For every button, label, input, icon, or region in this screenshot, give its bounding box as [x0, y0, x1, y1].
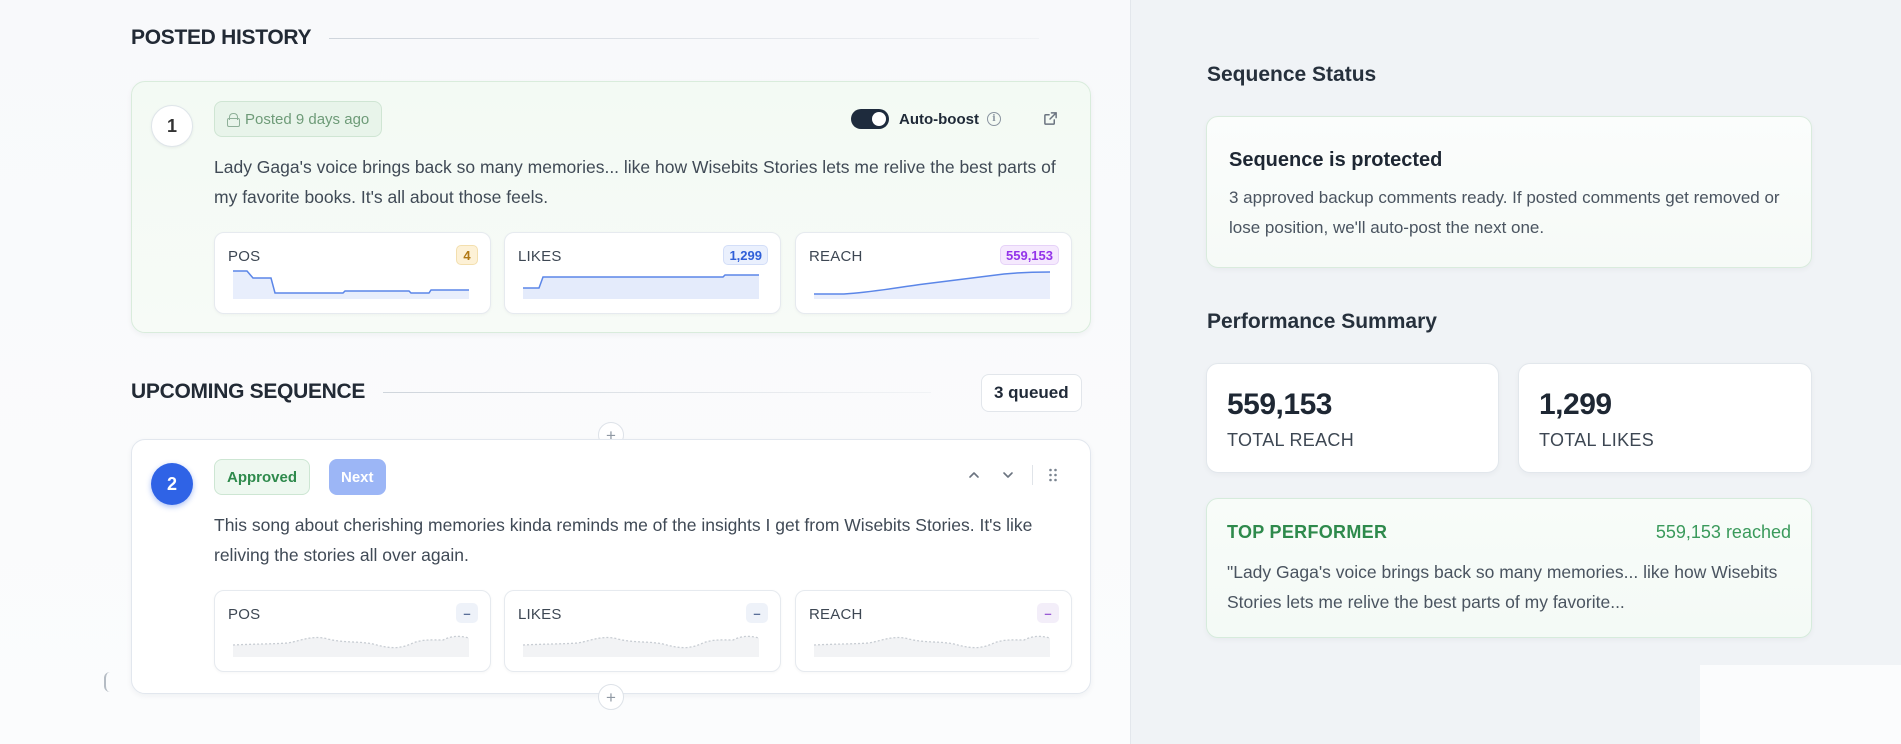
- lock-icon: [227, 113, 240, 127]
- drag-handle-icon[interactable]: [1045, 466, 1061, 484]
- toolbar-divider: [1032, 465, 1033, 485]
- reach-sparkline: [814, 271, 1050, 299]
- metric-label: REACH: [809, 248, 863, 265]
- metric-label: REACH: [809, 606, 863, 623]
- metric-value-badge: –: [456, 603, 478, 623]
- performance-summary-title: Performance Summary: [1207, 310, 1437, 333]
- upcoming-sequence-title: UPCOMING SEQUENCE: [131, 380, 366, 403]
- chevron-up-icon[interactable]: [965, 466, 983, 484]
- auto-boost-label: Auto-boost: [899, 111, 979, 128]
- plus-icon[interactable]: +: [598, 684, 624, 710]
- posted-history-title: POSTED HISTORY: [131, 26, 312, 49]
- metric-card-likes: LIKES –: [504, 590, 781, 672]
- metric-value-badge: –: [746, 603, 768, 623]
- likes-sparkline: [523, 274, 759, 299]
- placeholder-sparkline: [814, 635, 1050, 657]
- sequence-protected-card: Sequence is protected 3 approved backup …: [1206, 116, 1812, 268]
- metric-label: LIKES: [518, 248, 562, 265]
- top-performer-reach: 559,153 reached: [1655, 522, 1791, 542]
- section-divider: [329, 37, 1040, 39]
- posted-comment-text: Lady Gaga's voice brings back so many me…: [214, 157, 1056, 207]
- metric-card-likes: LIKES 1,299: [504, 232, 781, 314]
- sequence-number-badge: 2: [151, 463, 193, 505]
- total-reach-label: TOTAL REACH: [1227, 430, 1354, 450]
- next-badge: Next: [329, 459, 386, 495]
- upcoming-comment-card: 2 Approved Next This song about cherishi…: [131, 439, 1091, 694]
- collapse-handle: [104, 672, 110, 692]
- auto-boost-toggle[interactable]: [851, 109, 889, 129]
- metric-card-pos: POS –: [214, 590, 491, 672]
- top-performer-text: "Lady Gaga's voice brings back so many m…: [1227, 562, 1778, 612]
- total-reach-value: 559,153: [1227, 388, 1332, 421]
- metric-value-badge: 1,299: [723, 245, 768, 265]
- posted-status-label: Posted 9 days ago: [245, 110, 370, 128]
- pos-sparkline: [233, 270, 469, 299]
- chevron-down-icon[interactable]: [999, 466, 1017, 484]
- posted-comment-card: 1 Posted 9 days ago Auto-boost i Lady Ga…: [131, 81, 1091, 333]
- posted-status-pill: Posted 9 days ago: [214, 101, 383, 137]
- overlay-panel: [1700, 665, 1901, 744]
- top-performer-card: TOP PERFORMER 559,153 reached "Lady Gaga…: [1206, 498, 1812, 638]
- top-performer-label: TOP PERFORMER: [1227, 522, 1388, 542]
- metric-value-badge: –: [1037, 603, 1059, 623]
- external-link-icon[interactable]: [1041, 109, 1059, 127]
- posted-history-header: POSTED HISTORY: [131, 26, 1051, 50]
- metric-card-reach: REACH –: [795, 590, 1072, 672]
- metric-value-badge: 4: [456, 245, 478, 265]
- sequence-status-title: Sequence Status: [1207, 63, 1377, 86]
- upcoming-comment-text: This song about cherishing memories kind…: [214, 515, 1033, 565]
- placeholder-sparkline: [233, 635, 469, 657]
- section-divider: [383, 391, 931, 393]
- total-likes-value: 1,299: [1539, 388, 1612, 421]
- upcoming-sequence-header: UPCOMING SEQUENCE: [131, 380, 931, 404]
- protected-heading: Sequence is protected: [1229, 149, 1443, 171]
- placeholder-sparkline: [523, 635, 759, 657]
- metric-label: LIKES: [518, 606, 562, 623]
- info-icon[interactable]: i: [987, 112, 1001, 126]
- metric-value-badge: 559,153: [1000, 245, 1059, 265]
- total-likes-label: TOTAL LIKES: [1539, 430, 1655, 450]
- sequence-number-badge: 1: [151, 105, 193, 147]
- protected-description: 3 approved backup comments ready. If pos…: [1229, 188, 1780, 237]
- total-reach-card: 559,153 TOTAL REACH: [1206, 363, 1499, 473]
- metric-card-pos: POS 4: [214, 232, 491, 314]
- total-likes-card: 1,299 TOTAL LIKES: [1518, 363, 1812, 473]
- queued-count-badge: 3 queued: [981, 374, 1082, 412]
- metric-label: POS: [228, 606, 261, 623]
- metric-card-reach: REACH 559,153: [795, 232, 1072, 314]
- approved-badge: Approved: [214, 459, 311, 495]
- metric-label: POS: [228, 248, 261, 265]
